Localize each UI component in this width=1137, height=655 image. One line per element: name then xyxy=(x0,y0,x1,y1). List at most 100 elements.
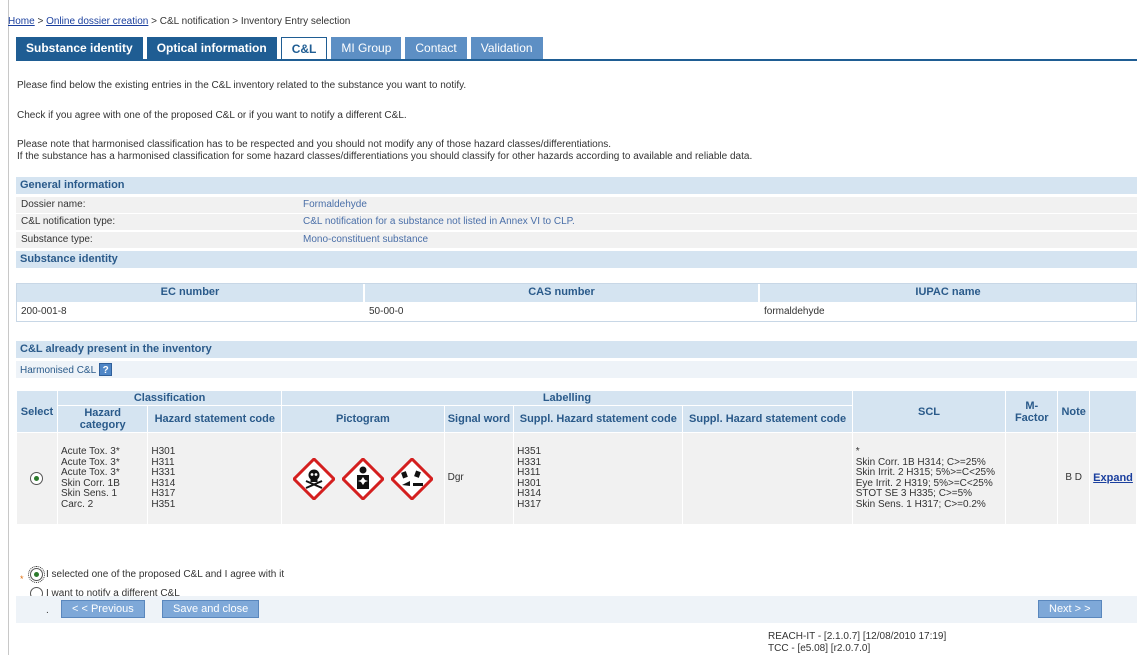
tab-cl[interactable]: C&L xyxy=(280,37,328,60)
hazard-statement: H331 xyxy=(151,467,176,478)
substance-identity-table: EC number CAS number IUPAC name 200-001-… xyxy=(16,283,1137,322)
table-header-row: Select Classification Labelling SCL M-Fa… xyxy=(16,390,1137,433)
scl-entry: Skin Irrit. 2 H315; 5%>=C<25% xyxy=(855,467,995,478)
tab-bar: Substance identity Optical information C… xyxy=(16,37,543,60)
labelling-header: Labelling xyxy=(281,390,853,406)
save-and-close-button[interactable]: Save and close xyxy=(162,600,260,618)
info-value: Formaldehyde xyxy=(303,199,367,210)
breadcrumb: Home > Online dossier creation > C&L not… xyxy=(8,16,350,27)
identity-table-header: EC number CAS number IUPAC name xyxy=(17,284,1136,302)
suppl-hazard-code: H317 xyxy=(517,498,542,510)
pictogram-cell xyxy=(281,432,445,525)
signal-word-header: Signal word xyxy=(443,405,515,433)
substance-identity-header: Substance identity xyxy=(16,251,1137,268)
pictogram-header: Pictogram xyxy=(281,405,445,433)
cl-inventory-table: Select Classification Labelling SCL M-Fa… xyxy=(16,390,1137,525)
iupac-name-header: IUPAC name xyxy=(760,284,1136,302)
suppl-hazard-code: H301 xyxy=(517,477,542,489)
intro-text-4: If the substance has a harmonised classi… xyxy=(17,151,753,162)
tab-contact[interactable]: Contact xyxy=(405,37,467,60)
breadcrumb-home-link[interactable]: Home xyxy=(8,16,35,27)
info-row-substance-type: Substance type: Mono-constituent substan… xyxy=(16,232,1137,249)
suppl-hazard-code: H351 xyxy=(517,446,542,457)
hazard-statement: H351 xyxy=(151,498,176,510)
scl-entry: * xyxy=(855,446,860,457)
tab-substance-identity[interactable]: Substance identity xyxy=(16,37,143,60)
tab-validation[interactable]: Validation xyxy=(470,37,543,60)
footer-tcc: TCC - [e5.08] [r2.0.7.0] xyxy=(768,643,871,654)
previous-button[interactable]: < < Previous xyxy=(61,600,145,618)
next-button[interactable]: Next > > xyxy=(1038,600,1102,618)
hazard-category: Skin Sens. 1 xyxy=(60,488,118,499)
page-frame xyxy=(8,0,1137,655)
tab-mi-group[interactable]: MI Group xyxy=(331,37,402,60)
expand-link[interactable]: Expand xyxy=(1093,472,1133,484)
agree-label: I selected one of the proposed C&L and I… xyxy=(46,569,285,581)
classification-header: Classification xyxy=(56,390,283,406)
general-information-header: General information xyxy=(16,177,1137,194)
skull-crossbones-icon xyxy=(293,457,336,500)
note-cell: B D xyxy=(1057,432,1091,525)
tab-optical-information[interactable]: Optical information xyxy=(146,37,277,60)
iupac-name-value: formaldehyde xyxy=(764,306,825,317)
harmonised-cl-bar: Harmonised C&L? xyxy=(16,361,1137,378)
bar-dot: . xyxy=(46,605,49,616)
scl-entry: STOT SE 3 H335; C>=5% xyxy=(855,488,973,499)
signal-word-cell: Dgr xyxy=(443,432,515,525)
suppl-hazard-code: H314 xyxy=(517,488,542,499)
health-hazard-icon xyxy=(341,457,384,500)
cas-number-value: 50-00-0 xyxy=(369,306,404,317)
hazard-statement: H317 xyxy=(151,488,176,499)
harmonised-cl-label: Harmonised C&L xyxy=(20,365,97,376)
info-label: Dossier name: xyxy=(21,199,86,210)
ec-number-header: EC number xyxy=(17,284,365,302)
suppl-hazard-header-2: Suppl. Hazard statement code xyxy=(682,405,853,433)
identity-table-row: 200-001-8 50-00-0 formaldehyde xyxy=(17,302,1136,321)
ec-number-value: 200-001-8 xyxy=(21,306,67,317)
hazard-category: Carc. 2 xyxy=(60,498,94,510)
info-value: Mono-constituent substance xyxy=(303,234,429,245)
intro-text-1: Please find below the existing entries i… xyxy=(17,80,467,91)
scl-entry: Skin Sens. 1 H317; C>=0.2% xyxy=(855,498,986,510)
button-bar: < < Previous Save and close Next > > xyxy=(16,596,1137,623)
entry-select-radio[interactable] xyxy=(30,472,44,485)
m-factor-cell xyxy=(1005,432,1059,525)
hazard-category: Acute Tox. 3* xyxy=(60,467,120,478)
hazard-statement-header: Hazard statement code xyxy=(147,405,283,433)
help-icon[interactable]: ? xyxy=(99,363,113,376)
select-header: Select xyxy=(16,390,58,433)
breadcrumb-current: > C&L notification > Inventory Entry sel… xyxy=(148,16,351,27)
hazard-statement-cell: H301 H311 H331 H314 H317 H351 xyxy=(147,432,283,525)
hazard-category: Acute Tox. 3* xyxy=(60,446,120,457)
corrosion-icon xyxy=(390,457,433,500)
cas-number-header: CAS number xyxy=(365,284,760,302)
m-factor-header: M-Factor xyxy=(1005,390,1059,433)
breadcrumb-separator: > xyxy=(34,16,47,27)
inventory-header: C&L already present in the inventory xyxy=(16,341,1137,358)
hazard-category-cell: Acute Tox. 3* Acute Tox. 3* Acute Tox. 3… xyxy=(56,432,149,525)
intro-text-3: Please note that harmonised classificati… xyxy=(17,139,612,150)
info-value: C&L notification for a substance not lis… xyxy=(303,216,575,227)
select-cell xyxy=(16,432,58,525)
suppl-hazard-code: H311 xyxy=(517,467,541,478)
suppl-hazard-cell-2 xyxy=(682,432,853,525)
info-row-dossier-name: Dossier name: Formaldehyde xyxy=(16,197,1137,214)
option-agree[interactable]: I selected one of the proposed C&L and I… xyxy=(28,566,285,583)
footer-version: REACH-IT - [2.1.0.7] [12/08/2010 17:19] xyxy=(768,631,947,642)
scl-cell: * Skin Corr. 1B H314; C>=25% Skin Irrit.… xyxy=(851,432,1007,525)
agree-radio[interactable] xyxy=(28,566,45,583)
intro-text-2: Check if you agree with one of the propo… xyxy=(17,110,407,121)
suppl-hazard-code: H331 xyxy=(517,456,542,468)
hazard-statement: H301 xyxy=(151,446,176,457)
hazard-category-header: Hazard category xyxy=(56,405,149,433)
breadcrumb-online-dossier-link[interactable]: Online dossier creation xyxy=(46,16,148,27)
expand-cell: Expand xyxy=(1089,432,1137,525)
action-header xyxy=(1089,390,1137,433)
info-label: Substance type: xyxy=(21,234,93,245)
note-header: Note xyxy=(1057,390,1091,433)
suppl-hazard-cell: H351 H331 H311 H301 H314 H317 xyxy=(513,432,684,525)
table-row: Acute Tox. 3* Acute Tox. 3* Acute Tox. 3… xyxy=(16,432,1137,525)
scl-header: SCL xyxy=(851,390,1007,433)
info-label: C&L notification type: xyxy=(21,216,116,227)
info-row-notification-type: C&L notification type: C&L notification … xyxy=(16,214,1137,231)
